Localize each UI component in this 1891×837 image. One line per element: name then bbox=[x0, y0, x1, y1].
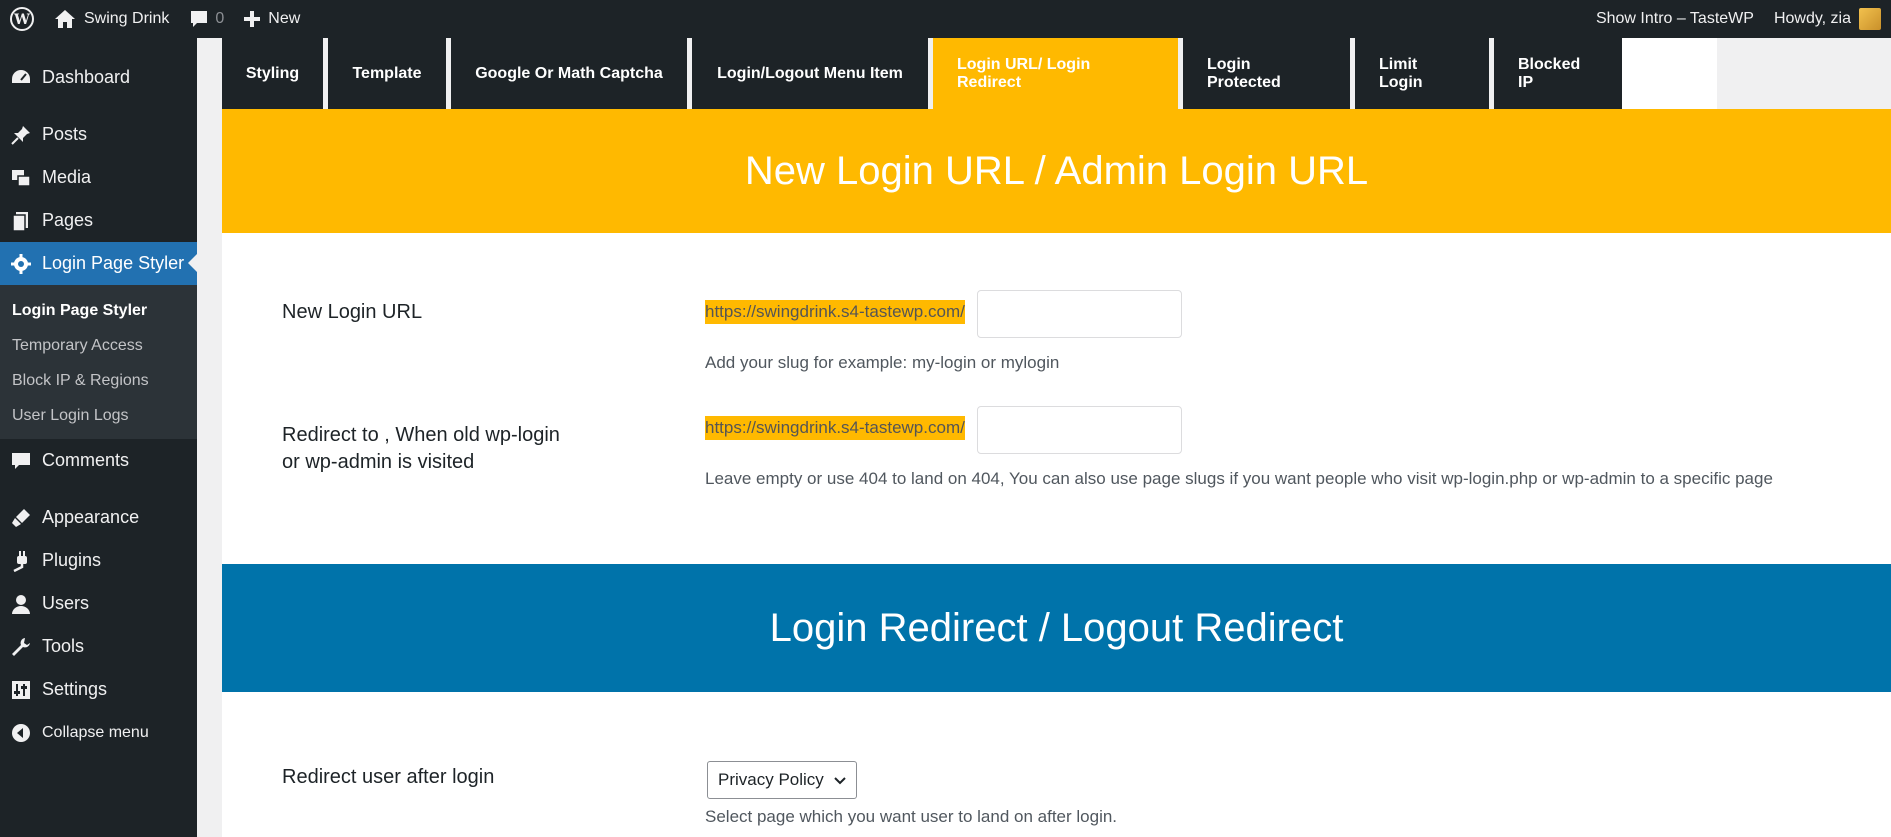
svg-text:W: W bbox=[13, 12, 30, 28]
submenu: Login Page Styler Temporary Access Block… bbox=[0, 285, 197, 439]
sidebar-item-appearance[interactable]: Appearance bbox=[0, 496, 197, 539]
site-name-link[interactable]: Swing Drink bbox=[44, 0, 179, 38]
sliders-icon bbox=[8, 677, 34, 703]
sidebar-item-dashboard[interactable]: Dashboard bbox=[0, 56, 197, 99]
sidebar-item-settings[interactable]: Settings bbox=[0, 668, 197, 711]
sidebar-item-label: Tools bbox=[42, 636, 85, 656]
sidebar-item-posts[interactable]: Posts bbox=[0, 113, 197, 156]
wordpress-logo-icon[interactable]: W bbox=[0, 0, 44, 38]
sidebar-item-label: Users bbox=[42, 593, 90, 613]
new-login-url-prefix: https://swingdrink.s4-tastewp.com/ bbox=[705, 300, 965, 324]
dashboard-gauge-icon bbox=[8, 65, 34, 91]
pushpin-icon bbox=[8, 122, 34, 148]
plug-icon bbox=[8, 548, 34, 574]
howdy-label: Howdy, zia bbox=[1773, 10, 1851, 27]
tab-login-url-redirect[interactable]: Login URL/ Login Redirect bbox=[933, 38, 1178, 109]
submenu-item-temporary-access[interactable]: Temporary Access bbox=[0, 328, 197, 363]
sidebar-item-label: Login Page Styler bbox=[42, 253, 185, 273]
redirect-after-login-label: Redirect user after login bbox=[282, 766, 495, 788]
sidebar-item-comments[interactable]: Comments bbox=[0, 439, 197, 482]
login-redirect-panel: Redirect user after login Privacy Policy… bbox=[222, 692, 1891, 837]
submenu-item-block-ip[interactable]: Block IP & Regions bbox=[0, 363, 197, 398]
sidebar-item-label: Comments bbox=[42, 450, 130, 470]
submenu-item-user-login-logs[interactable]: User Login Logs bbox=[0, 398, 197, 433]
sidebar-item-label: Collapse menu bbox=[42, 723, 149, 741]
sidebar-item-label: Dashboard bbox=[42, 67, 131, 87]
main-content: Styling Template Google Or Math Captcha … bbox=[197, 38, 1891, 837]
collapse-arrow-icon bbox=[8, 720, 34, 746]
gear-icon bbox=[8, 251, 34, 277]
show-intro-link[interactable]: Show Intro – TasteWP bbox=[1586, 0, 1764, 38]
redirect-slug-input[interactable] bbox=[977, 406, 1182, 454]
section-title: Login Redirect / Logout Redirect bbox=[769, 605, 1344, 650]
my-account-link[interactable]: Howdy, zia bbox=[1764, 0, 1891, 38]
home-icon bbox=[55, 10, 75, 28]
tab-styling[interactable]: Styling bbox=[222, 38, 323, 109]
tab-login-logout-menu-item[interactable]: Login/Logout Menu Item bbox=[692, 38, 928, 109]
wrench-icon bbox=[8, 634, 34, 660]
comments-link[interactable]: 0 bbox=[179, 0, 234, 38]
section-title: New Login URL / Admin Login URL bbox=[744, 148, 1369, 193]
tabs-end-fill bbox=[1622, 38, 1717, 109]
sidebar-item-pages[interactable]: Pages bbox=[0, 199, 197, 242]
chevron-down-icon bbox=[834, 770, 846, 790]
sidebar-item-users[interactable]: Users bbox=[0, 582, 197, 625]
tab-blocked-ip[interactable]: Blocked IP bbox=[1494, 38, 1622, 109]
new-login-slug-input[interactable] bbox=[977, 290, 1182, 338]
comments-count: 0 bbox=[215, 10, 225, 27]
avatar bbox=[1859, 8, 1881, 30]
redirect-url-prefix: https://swingdrink.s4-tastewp.com/ bbox=[705, 416, 965, 440]
site-name: Swing Drink bbox=[84, 10, 170, 27]
redirect-after-login-description: Select page which you want user to land … bbox=[705, 807, 1118, 826]
redirect-old-login-label: Redirect to , When old wp-login or wp-ad… bbox=[282, 424, 560, 473]
sidebar-item-label: Media bbox=[42, 167, 92, 187]
tab-template[interactable]: Template bbox=[328, 38, 446, 109]
show-intro-label: Show Intro – TasteWP bbox=[1595, 10, 1754, 27]
collapse-menu-button[interactable]: Collapse menu bbox=[0, 711, 197, 754]
sidebar-item-media[interactable]: Media bbox=[0, 156, 197, 199]
redirect-after-login-select[interactable]: Privacy Policy bbox=[707, 761, 857, 799]
comment-bubble-icon bbox=[8, 448, 34, 474]
settings-tabs: Styling Template Google Or Math Captcha … bbox=[222, 38, 1717, 109]
sidebar-item-login-page-styler[interactable]: Login Page Styler bbox=[0, 242, 197, 285]
sidebar-item-label: Settings bbox=[42, 679, 108, 699]
comment-bubble-icon bbox=[191, 11, 208, 27]
tab-login-protected[interactable]: Login Protected bbox=[1183, 38, 1350, 109]
sidebar-item-tools[interactable]: Tools bbox=[0, 625, 197, 668]
admin-sidebar: Dashboard Posts Media Pages Login Page S… bbox=[0, 38, 197, 837]
paintbrush-icon bbox=[8, 505, 34, 531]
plus-icon bbox=[244, 11, 261, 27]
sidebar-item-plugins[interactable]: Plugins bbox=[0, 539, 197, 582]
new-login-url-label: New Login URL bbox=[282, 301, 423, 323]
new-login-url-panel: New Login URL https://swingdrink.s4-tast… bbox=[222, 233, 1891, 564]
section-header-new-login-url: New Login URL / Admin Login URL bbox=[222, 109, 1891, 233]
section-header-login-redirect: Login Redirect / Logout Redirect bbox=[222, 564, 1891, 692]
sidebar-item-label: Appearance bbox=[42, 507, 140, 527]
redirect-description: Leave empty or use 404 to land on 404, Y… bbox=[705, 469, 1773, 488]
submenu-item-login-page-styler[interactable]: Login Page Styler bbox=[0, 293, 197, 328]
sidebar-item-label: Pages bbox=[42, 210, 94, 230]
sidebar-item-label: Plugins bbox=[42, 550, 102, 570]
user-icon bbox=[8, 591, 34, 617]
media-icon bbox=[8, 165, 34, 191]
admin-bar: W Swing Drink 0 New Show Intro – TasteWP… bbox=[0, 0, 1891, 38]
select-value: Privacy Policy bbox=[718, 770, 824, 789]
tab-captcha[interactable]: Google Or Math Captcha bbox=[451, 38, 687, 109]
new-content-link[interactable]: New bbox=[234, 0, 310, 38]
new-login-url-description: Add your slug for example: my-login or m… bbox=[705, 353, 1060, 372]
tab-limit-login[interactable]: Limit Login bbox=[1355, 38, 1489, 109]
sidebar-item-label: Posts bbox=[42, 124, 88, 144]
new-label: New bbox=[268, 10, 301, 27]
pages-icon bbox=[8, 208, 34, 234]
